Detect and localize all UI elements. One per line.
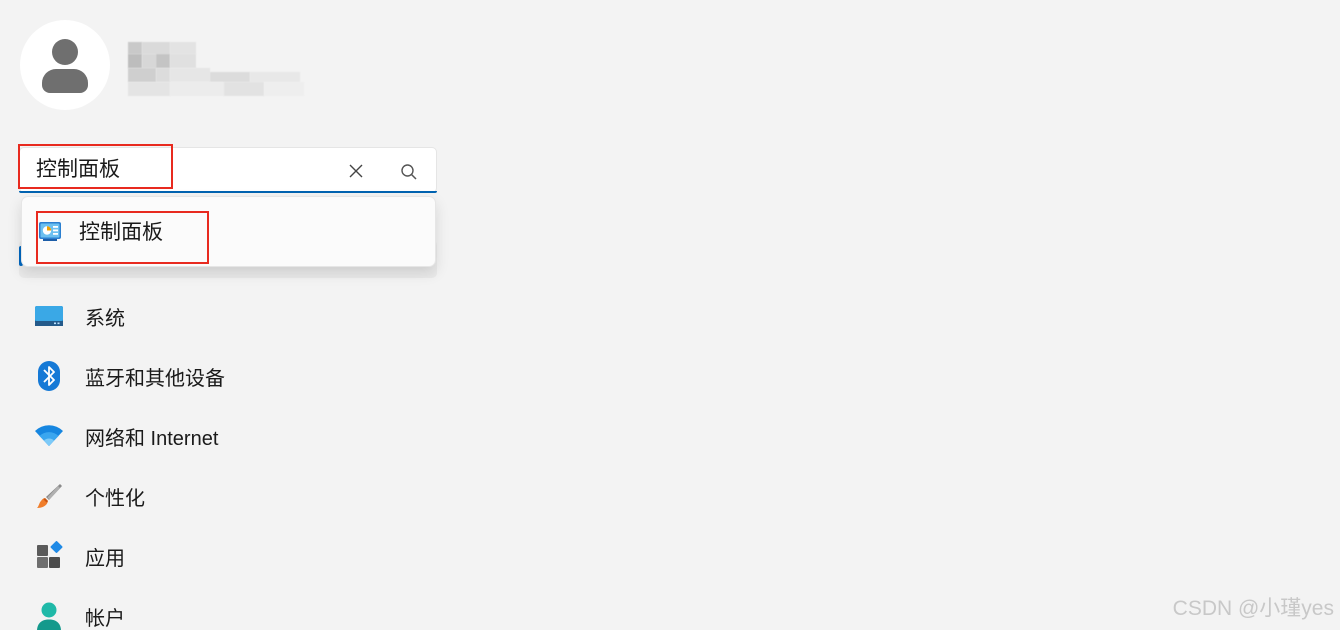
nav-item-personalization[interactable]: 个性化 <box>34 476 434 516</box>
close-icon <box>349 164 363 178</box>
suggestion-highlight-box <box>36 211 209 264</box>
search-highlight-box <box>18 144 173 189</box>
nav-item-accounts[interactable]: 帐户 <box>34 596 434 630</box>
brush-icon <box>34 481 64 511</box>
nav-label-network: 网络和 Internet <box>85 427 219 450</box>
search-icon <box>401 164 417 180</box>
nav-item-system[interactable]: 系统 <box>34 296 434 336</box>
account-icon <box>34 601 64 630</box>
watermark-text: CSDN @小瑾yes <box>1172 597 1334 620</box>
search-button[interactable] <box>397 160 421 184</box>
nav-label-system: 系统 <box>85 307 125 330</box>
blurred-user-name <box>128 40 308 98</box>
wifi-icon <box>34 421 64 451</box>
system-icon <box>34 301 64 331</box>
avatar-head-shape <box>52 39 78 65</box>
nav-label-bluetooth: 蓝牙和其他设备 <box>85 367 225 390</box>
nav-item-network[interactable]: 网络和 Internet <box>34 416 434 456</box>
nav-label-personalization: 个性化 <box>85 487 145 510</box>
user-avatar[interactable] <box>20 20 110 110</box>
clear-search-button[interactable] <box>344 160 368 182</box>
search-focus-underline <box>19 191 437 193</box>
settings-window: 控制面板 控制面板 系统 蓝牙和其他设备 网络和 Internet 个性化 应用… <box>0 0 1340 630</box>
nav-item-bluetooth[interactable]: 蓝牙和其他设备 <box>34 356 434 396</box>
bluetooth-icon <box>34 361 64 391</box>
nav-label-accounts: 帐户 <box>85 607 125 630</box>
nav-label-apps: 应用 <box>85 547 125 570</box>
avatar-body-shape <box>42 69 88 93</box>
nav-item-apps[interactable]: 应用 <box>34 536 434 576</box>
apps-icon <box>34 541 64 571</box>
